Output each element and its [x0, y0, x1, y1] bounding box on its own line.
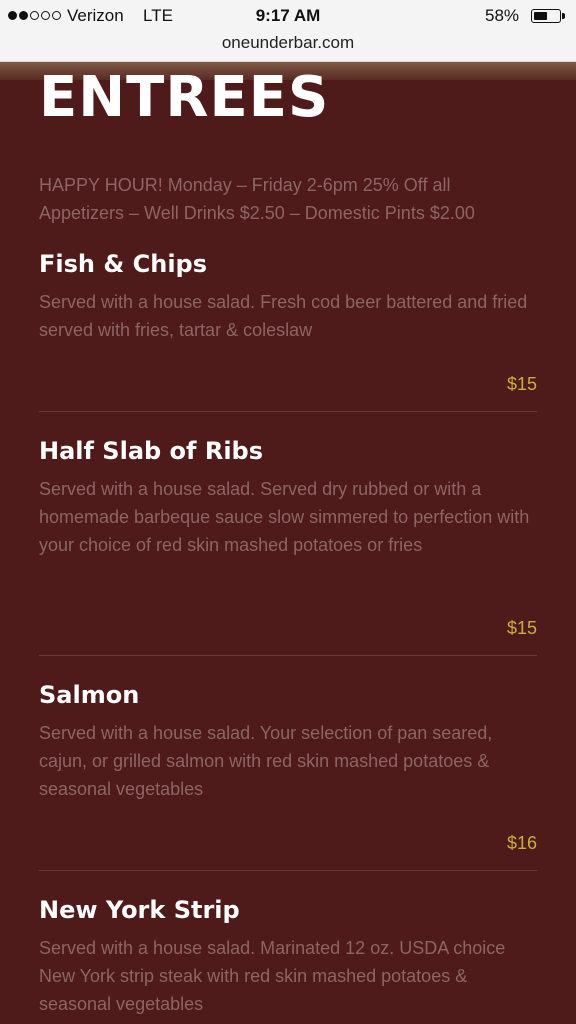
menu-item: New York Strip Served with a house salad…: [39, 894, 537, 1018]
battery-cap: [562, 13, 565, 19]
menu-item-name: Fish & Chips: [39, 250, 208, 278]
menu-item-price: $16: [506, 833, 537, 853]
menu-item-price: $15: [506, 618, 537, 638]
menu-item: Salmon Served with a house salad. Your s…: [39, 679, 537, 803]
menu-item-description: Served with a house salad. Served dry ru…: [39, 479, 530, 555]
menu-item-name: Half Slab of Ribs: [39, 437, 264, 465]
menu-item: Half Slab of Ribs Served with a house sa…: [39, 435, 537, 559]
battery-percent: 58%: [485, 6, 520, 25]
menu-item: Fish & Chips Served with a house salad. …: [39, 248, 537, 344]
page-title: ENTREES: [39, 65, 330, 130]
browser-chrome: Verizon LTE 9:17 AM 58% oneunderbar.com: [0, 0, 576, 62]
battery-icon: [531, 9, 561, 23]
url-bar[interactable]: oneunderbar.com: [0, 33, 576, 53]
battery-level-fill: [534, 12, 547, 20]
status-bar: Verizon LTE 9:17 AM 58%: [0, 0, 576, 32]
divider: [39, 655, 537, 656]
menu-item-description: Served with a house salad. Your selectio…: [39, 723, 493, 799]
divider: [39, 870, 537, 871]
menu-item-description: Served with a house salad. Marinated 12 …: [39, 938, 506, 1014]
happy-hour-notice: HAPPY HOUR! Monday – Friday 2-6pm 25% Of…: [39, 175, 475, 223]
menu-item-description: Served with a house salad. Fresh cod bee…: [39, 292, 528, 340]
divider: [39, 411, 537, 412]
menu-item-name: Salmon: [39, 681, 140, 709]
menu-item-price: $15: [506, 374, 537, 394]
menu-item-name: New York Strip: [39, 896, 240, 924]
